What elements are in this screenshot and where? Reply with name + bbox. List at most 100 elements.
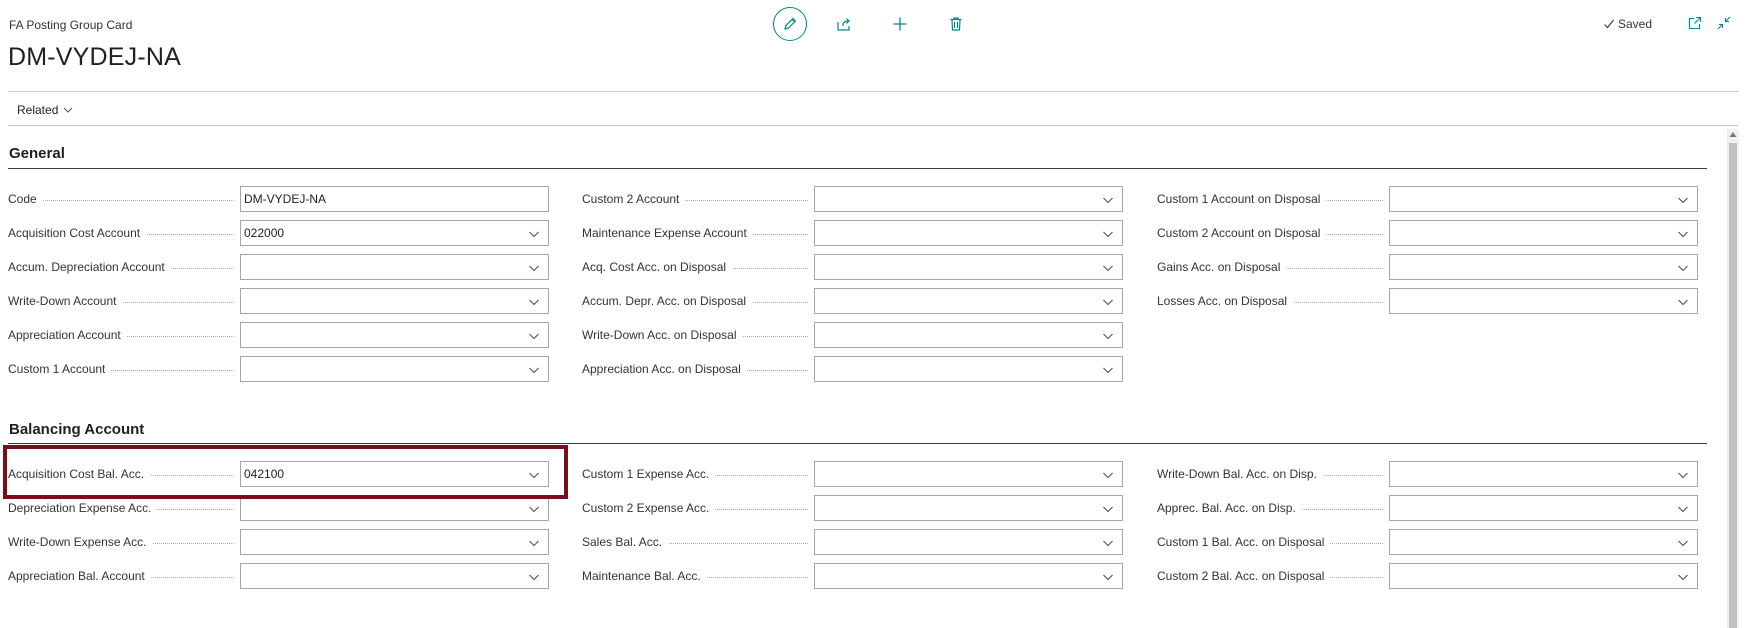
chevron-down-icon[interactable] bbox=[1102, 364, 1114, 376]
appreciation-acc-on-disposal-input[interactable] bbox=[814, 356, 1123, 382]
header-divider bbox=[8, 91, 1738, 92]
field-label-text: Depreciation Expense Acc. bbox=[8, 501, 158, 515]
toolbar bbox=[773, 6, 995, 42]
field-label-text: Accum. Depr. Acc. on Disposal bbox=[582, 294, 753, 308]
acquisition-cost-account-input[interactable]: 022000 bbox=[240, 220, 549, 246]
chevron-down-icon[interactable] bbox=[1677, 469, 1689, 481]
chevron-down-icon[interactable] bbox=[1102, 537, 1114, 549]
chevron-down-icon[interactable] bbox=[528, 228, 540, 240]
chevron-down-icon[interactable] bbox=[1102, 296, 1114, 308]
chevron-down-icon[interactable] bbox=[528, 571, 540, 583]
open-new-window-button[interactable] bbox=[1688, 16, 1704, 32]
chevron-down-icon[interactable] bbox=[528, 262, 540, 274]
custom-2-bal-acc-on-disposal-input[interactable] bbox=[1389, 563, 1698, 589]
delete-icon bbox=[950, 17, 962, 31]
custom-2-account-input[interactable] bbox=[814, 186, 1123, 212]
chevron-down-icon[interactable] bbox=[528, 503, 540, 515]
acquisition-cost-bal-acc-input[interactable]: 042100 bbox=[240, 461, 549, 487]
chevron-down-icon[interactable] bbox=[528, 364, 540, 376]
write-down-account-input[interactable] bbox=[240, 288, 549, 314]
field-label-text: Write-Down Account bbox=[8, 294, 123, 308]
chevron-down-icon[interactable] bbox=[1102, 194, 1114, 206]
field-label: Custom 1 Account on Disposal bbox=[1157, 186, 1389, 212]
custom-2-account-on-disposal-input[interactable] bbox=[1389, 220, 1698, 246]
edit-button[interactable] bbox=[773, 7, 807, 41]
chevron-down-icon[interactable] bbox=[528, 296, 540, 308]
field-label: Custom 1 Expense Acc. bbox=[582, 461, 814, 487]
collapse-icon bbox=[1717, 16, 1731, 30]
check-icon bbox=[1604, 19, 1614, 29]
acq-cost-acc-on-disposal-input[interactable] bbox=[814, 254, 1123, 280]
delete-button[interactable] bbox=[939, 7, 973, 41]
write-down-expense-acc-input[interactable] bbox=[240, 529, 549, 555]
custom-1-account-input[interactable] bbox=[240, 356, 549, 382]
field-label-text: Maintenance Expense Account bbox=[582, 226, 753, 240]
chevron-down-icon[interactable] bbox=[528, 330, 540, 342]
field-label-text: Appreciation Account bbox=[8, 328, 127, 342]
write-down-bal-acc-on-disp-input[interactable] bbox=[1389, 461, 1698, 487]
field-label: Maintenance Bal. Acc. bbox=[582, 563, 814, 589]
write-down-acc-on-disposal-input[interactable] bbox=[814, 322, 1123, 348]
chevron-down-icon[interactable] bbox=[528, 537, 540, 549]
chevron-down-icon[interactable] bbox=[1102, 330, 1114, 342]
field-label-text: Custom 1 Account bbox=[8, 362, 112, 376]
custom-2-expense-acc-input[interactable] bbox=[814, 495, 1123, 521]
field-label-text: Custom 1 Expense Acc. bbox=[582, 467, 716, 481]
maintenance-bal-acc-input[interactable] bbox=[814, 563, 1123, 589]
chevron-down-icon[interactable] bbox=[1677, 503, 1689, 515]
chevron-down-icon[interactable] bbox=[1677, 537, 1689, 549]
field-label: Custom 1 Account bbox=[8, 356, 240, 382]
custom-1-bal-acc-on-disposal-input[interactable] bbox=[1389, 529, 1698, 555]
field-label-text: Acquisition Cost Account bbox=[8, 226, 147, 240]
accum-depr-acc-on-disposal-input[interactable] bbox=[814, 288, 1123, 314]
field-label-text: Appreciation Acc. on Disposal bbox=[582, 362, 747, 376]
depreciation-expense-acc-input[interactable] bbox=[240, 495, 549, 521]
apprec-bal-acc-on-disp-input[interactable] bbox=[1389, 495, 1698, 521]
accum-depreciation-account-input[interactable] bbox=[240, 254, 549, 280]
field-appreciation-acc-on-disposal: Appreciation Acc. on Disposal bbox=[582, 356, 1123, 382]
collapse-button[interactable] bbox=[1717, 16, 1733, 32]
appreciation-account-input[interactable] bbox=[240, 322, 549, 348]
saved-status: Saved bbox=[1603, 17, 1652, 31]
scrollbar-thumb[interactable] bbox=[1729, 143, 1737, 628]
custom-1-expense-acc-input[interactable] bbox=[814, 461, 1123, 487]
field-label: Custom 2 Account on Disposal bbox=[1157, 220, 1389, 246]
add-button[interactable] bbox=[883, 7, 917, 41]
vertical-scrollbar[interactable] bbox=[1727, 129, 1739, 628]
chevron-down-icon[interactable] bbox=[1677, 262, 1689, 274]
custom-1-account-on-disposal-input[interactable] bbox=[1389, 186, 1698, 212]
add-icon bbox=[893, 17, 907, 31]
chevron-down-icon[interactable] bbox=[1102, 262, 1114, 274]
section-divider-general bbox=[8, 168, 1707, 169]
gains-acc-on-disposal-input[interactable] bbox=[1389, 254, 1698, 280]
page-caption: FA Posting Group Card bbox=[9, 18, 133, 32]
chevron-down-icon[interactable] bbox=[1677, 296, 1689, 308]
field-maintenance-expense-account: Maintenance Expense Account bbox=[582, 220, 1123, 246]
scroll-up-arrow-icon[interactable] bbox=[1729, 129, 1737, 139]
chevron-down-icon[interactable] bbox=[1102, 503, 1114, 515]
chevron-down-icon[interactable] bbox=[1677, 228, 1689, 240]
chevron-down-icon[interactable] bbox=[528, 469, 540, 481]
losses-acc-on-disposal-input[interactable] bbox=[1389, 288, 1698, 314]
input-value: 042100 bbox=[244, 467, 285, 481]
sales-bal-acc-input[interactable] bbox=[814, 529, 1123, 555]
share-button[interactable] bbox=[827, 7, 861, 41]
field-label: Code bbox=[8, 186, 240, 212]
field-label: Appreciation Acc. on Disposal bbox=[582, 356, 814, 382]
chevron-down-icon[interactable] bbox=[1102, 469, 1114, 481]
field-label-text: Apprec. Bal. Acc. on Disp. bbox=[1157, 501, 1302, 515]
chevron-down-icon[interactable] bbox=[1102, 228, 1114, 240]
related-menu[interactable]: Related bbox=[17, 103, 73, 117]
field-custom-1-account-on-disposal: Custom 1 Account on Disposal bbox=[1157, 186, 1698, 212]
chevron-down-icon[interactable] bbox=[1677, 194, 1689, 206]
field-label: Maintenance Expense Account bbox=[582, 220, 814, 246]
field-label-text: Custom 1 Bal. Acc. on Disposal bbox=[1157, 535, 1331, 549]
actionbar-divider bbox=[8, 125, 1738, 126]
section-title-balancing: Balancing Account bbox=[9, 421, 145, 438]
field-accum-depreciation-account: Accum. Depreciation Account bbox=[8, 254, 549, 280]
appreciation-bal-account-input[interactable] bbox=[240, 563, 549, 589]
chevron-down-icon[interactable] bbox=[1677, 571, 1689, 583]
maintenance-expense-account-input[interactable] bbox=[814, 220, 1123, 246]
chevron-down-icon[interactable] bbox=[1102, 571, 1114, 583]
code-input[interactable]: DM-VYDEJ-NA bbox=[240, 186, 549, 212]
